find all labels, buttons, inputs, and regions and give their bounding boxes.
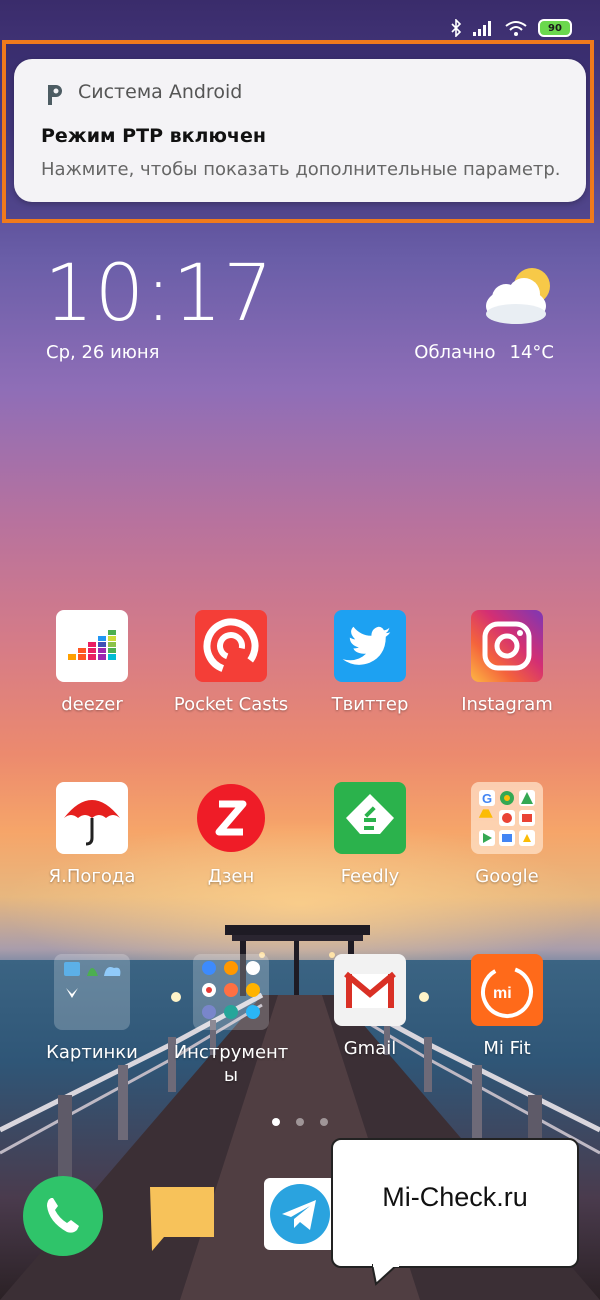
instagram-icon bbox=[471, 610, 543, 682]
weather-temperature: 14°C bbox=[509, 342, 554, 363]
umbrella-icon bbox=[56, 782, 128, 854]
kartinki-folder-icon bbox=[54, 954, 130, 1030]
app-label-line1: Инструмент bbox=[173, 1042, 289, 1063]
telegram-icon[interactable] bbox=[264, 1178, 336, 1250]
status-bar: 90 bbox=[450, 14, 572, 42]
svg-text:G: G bbox=[482, 791, 492, 806]
watermark-bubble-tail bbox=[372, 1264, 400, 1286]
page-indicator[interactable] bbox=[272, 1118, 328, 1126]
notification-card[interactable]: Система Android Режим PTP включен Нажмит… bbox=[14, 59, 586, 202]
app-label: Google bbox=[475, 866, 539, 887]
page-dot[interactable] bbox=[320, 1118, 328, 1126]
app-gmail[interactable]: Gmail bbox=[300, 954, 440, 1061]
signal-icon bbox=[473, 21, 491, 36]
wifi-icon bbox=[505, 21, 527, 36]
app-label: Инструмент ы bbox=[161, 1042, 301, 1087]
app-pocket-casts[interactable]: Pocket Casts bbox=[161, 610, 301, 717]
app-deezer[interactable]: deezer bbox=[22, 610, 162, 717]
folder-kartinki[interactable]: Картинки bbox=[22, 954, 162, 1065]
notification-text: Нажмите, чтобы показать дополнительные п… bbox=[41, 159, 561, 180]
battery-icon: 90 bbox=[538, 19, 572, 37]
app-label: Pocket Casts bbox=[173, 694, 289, 715]
deezer-icon bbox=[56, 610, 128, 682]
app-label: Feedly bbox=[340, 866, 400, 887]
app-label: Instagram bbox=[461, 694, 553, 715]
partly-cloudy-icon[interactable] bbox=[480, 264, 558, 328]
page-dot[interactable] bbox=[272, 1118, 280, 1126]
page-dot[interactable] bbox=[296, 1118, 304, 1126]
app-label-line2: ы bbox=[223, 1064, 239, 1086]
weather-widget[interactable]: Облачно 14°C bbox=[414, 342, 554, 363]
folder-instrumenty[interactable]: Инструмент ы bbox=[161, 954, 301, 1087]
app-twitter[interactable]: Твиттер bbox=[300, 610, 440, 717]
app-yapogoda[interactable]: Я.Погода bbox=[22, 782, 162, 889]
mi-fit-icon: mi bbox=[471, 954, 543, 1026]
app-label: deezer bbox=[61, 694, 123, 715]
android-system-icon bbox=[48, 85, 62, 105]
app-label: Mi Fit bbox=[483, 1038, 531, 1059]
app-label: Я.Погода bbox=[48, 866, 136, 887]
battery-level: 90 bbox=[548, 22, 562, 34]
watermark-bubble: Mi-Check.ru bbox=[331, 1138, 579, 1268]
app-label: Gmail bbox=[343, 1038, 397, 1059]
app-zen[interactable]: Дзен bbox=[161, 782, 301, 889]
app-label: Дзен bbox=[207, 866, 255, 887]
app-feedly[interactable]: Feedly bbox=[300, 782, 440, 889]
pocket-casts-icon bbox=[195, 610, 267, 682]
feedly-icon bbox=[334, 782, 406, 854]
app-mi-fit[interactable]: mi Mi Fit bbox=[437, 954, 577, 1061]
app-instagram[interactable]: Instagram bbox=[437, 610, 577, 717]
phone-icon[interactable] bbox=[23, 1176, 103, 1256]
app-label: Картинки bbox=[46, 1042, 138, 1063]
svg-text:mi: mi bbox=[493, 985, 512, 1002]
messages-icon[interactable] bbox=[148, 1183, 216, 1253]
bluetooth-icon bbox=[451, 19, 462, 37]
zen-icon bbox=[195, 782, 267, 854]
weather-condition: Облачно bbox=[414, 342, 496, 363]
notification-app-name: Система Android bbox=[78, 81, 243, 103]
folder-google[interactable]: G Google bbox=[437, 782, 577, 889]
tools-folder-icon bbox=[193, 954, 269, 1030]
gmail-icon bbox=[334, 954, 406, 1026]
notification-title: Режим PTP включен bbox=[41, 125, 266, 147]
clock-date[interactable]: Ср, 26 июня bbox=[46, 342, 160, 363]
google-folder-icon: G bbox=[471, 782, 543, 854]
app-label: Твиттер bbox=[331, 694, 409, 715]
watermark-text: Mi-Check.ru bbox=[382, 1182, 528, 1212]
clock-time[interactable]: 10:17 bbox=[44, 255, 274, 333]
twitter-icon bbox=[334, 610, 406, 682]
